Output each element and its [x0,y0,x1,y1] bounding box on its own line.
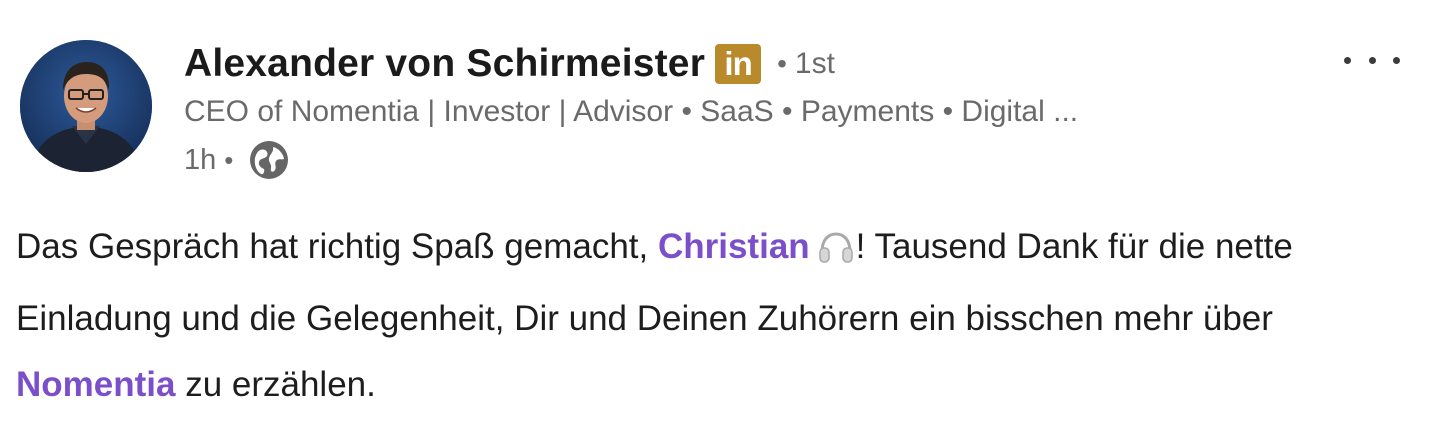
mention-nomentia[interactable]: Nomentia [16,365,175,404]
linkedin-premium-badge-icon: in [715,44,762,84]
degree-separator: • [777,48,787,79]
author-name[interactable]: Alexander von Schirmeister [184,42,705,86]
post-time: 1h [184,143,217,176]
globe-icon [250,141,289,179]
time-separator: • [224,144,234,175]
headphone-icon [816,220,856,286]
author-name-row: Alexander von Schirmeister in • 1st [184,38,835,90]
connection-degree: 1st [794,47,835,80]
mention-christian[interactable]: Christian [658,227,810,266]
post-meta: 1h • [184,138,291,182]
more-options-icon[interactable] [1344,42,1400,78]
author-headline: CEO of Nomentia | Investor | Advisor • S… [184,95,1079,128]
post-text-part: Das Gespräch hat richtig Spaß gemacht, [16,227,658,266]
post-text-part: zu erzählen. [175,365,376,404]
author-avatar[interactable] [20,40,152,172]
post-body: Das Gespräch hat richtig Spaß gemacht, C… [16,214,1416,418]
